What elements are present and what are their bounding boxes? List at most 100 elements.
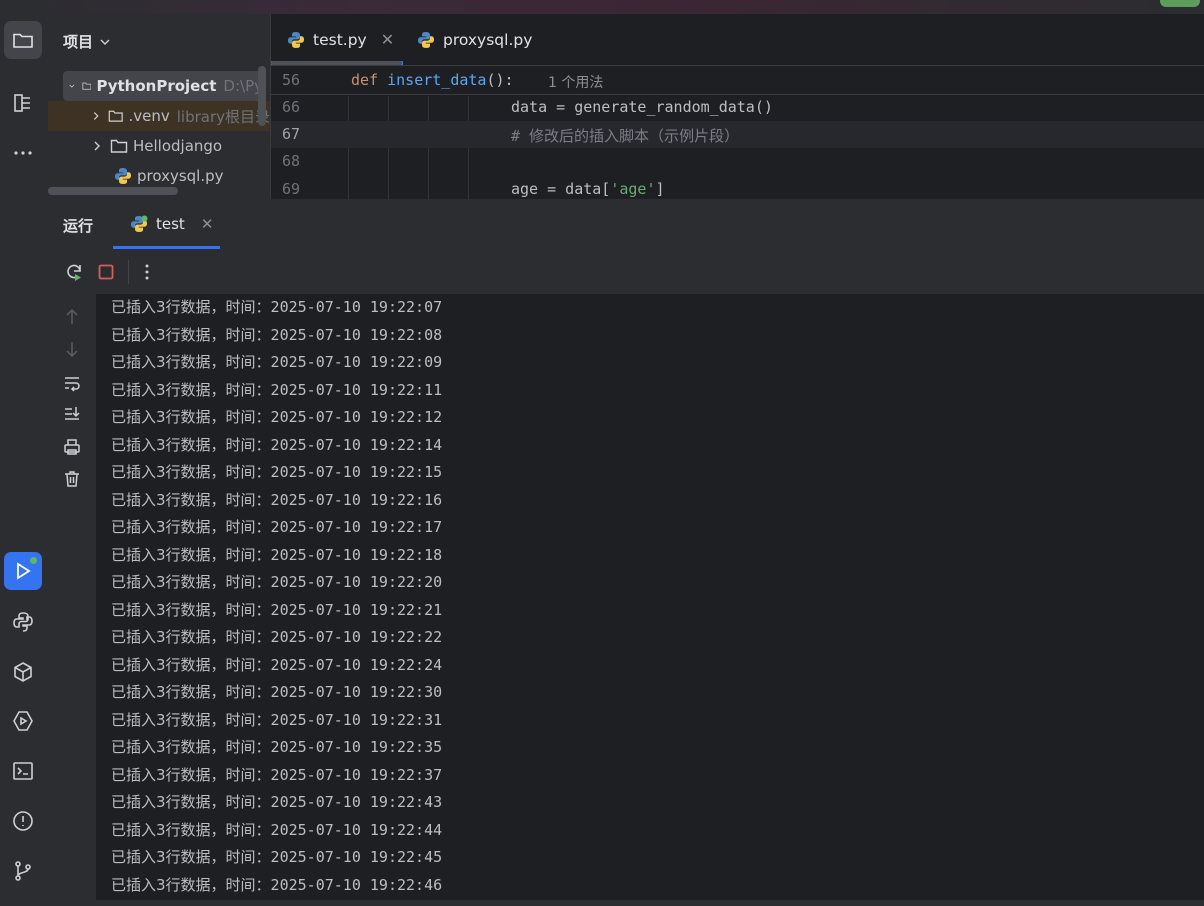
log-timestamp: 2025-07-10 19:22:24 [270, 655, 443, 674]
services-icon[interactable] [4, 702, 42, 740]
console-line: 已插入3行数据，时间：2025-07-10 19:22:08 [111, 324, 442, 352]
log-prefix: 已插入3行数据，时间： [111, 765, 271, 784]
console-line: 已插入3行数据，时间：2025-07-10 19:22:12 [111, 406, 442, 434]
log-timestamp: 2025-07-10 19:22:20 [270, 573, 443, 591]
arrow-down-icon[interactable] [62, 339, 82, 359]
console-line: 已插入3行数据，时间：2025-07-10 19:22:17 [111, 516, 442, 544]
tree-item-hellodjango[interactable]: Hellodjango [48, 131, 270, 161]
log-timestamp: 2025-07-10 19:22:16 [270, 490, 443, 509]
log-prefix: 已插入3行数据，时间： [111, 875, 271, 894]
function-name: insert_data [387, 71, 487, 89]
console-line: 已插入3行数据，时间：2025-07-10 19:22:22 [111, 626, 442, 654]
log-timestamp: 2025-07-10 19:22:12 [270, 408, 443, 426]
console-line: 已插入3行数据，时间：2025-07-10 19:22:31 [111, 709, 442, 737]
log-prefix: 已插入3行数据，时间： [111, 848, 271, 866]
rerun-icon[interactable] [64, 262, 84, 282]
log-timestamp: 2025-07-10 19:22:15 [270, 463, 443, 481]
console-line: 已插入3行数据，时间：2025-07-10 19:22:20 [111, 571, 442, 599]
usage-hint[interactable]: 1 个用法 [548, 72, 603, 92]
close-icon[interactable]: ✕ [201, 215, 214, 233]
project-panel-header[interactable]: 项目 [63, 31, 111, 52]
console-line: 已插入3行数据，时间：2025-07-10 19:22:16 [111, 489, 442, 517]
print-icon[interactable] [62, 437, 82, 457]
log-timestamp: 2025-07-10 19:22:30 [270, 683, 443, 701]
console-line: 已插入3行数据，时间：2025-07-10 19:22:46 [111, 874, 442, 901]
chevron-down-icon [69, 84, 75, 88]
run-tab-test[interactable]: test ✕ [130, 215, 213, 233]
console-output[interactable]: 已插入3行数据，时间：2025-07-10 19:22:07 已插入3行数据，时间… [96, 294, 1204, 900]
line-number: 66 [282, 98, 301, 116]
trash-icon[interactable] [62, 469, 82, 489]
run-icon[interactable] [4, 552, 42, 590]
scroll-to-end-icon[interactable] [62, 404, 82, 424]
log-timestamp: 2025-07-10 19:22:35 [270, 738, 443, 756]
python-file-icon [418, 31, 434, 48]
folder-icon [82, 82, 92, 90]
editor-tab-bar: test.py ✕ proxysql.py [271, 14, 1204, 66]
folder-icon[interactable] [4, 21, 42, 59]
log-timestamp: 2025-07-10 19:22:18 [270, 545, 443, 564]
more-options-icon[interactable] [137, 262, 157, 282]
run-tab-label: test [156, 215, 185, 233]
console-line: 已插入3行数据，时间：2025-07-10 19:22:43 [111, 791, 442, 819]
top-badge[interactable] [1160, 0, 1200, 7]
status-bar [0, 900, 1204, 906]
run-window-header: 运行 test ✕ [48, 199, 1204, 251]
chevron-right-icon [93, 112, 99, 120]
log-prefix: 已插入3行数据，时间： [111, 628, 271, 646]
sticky-code-line[interactable]: 56 def insert_data(): 1 个用法 [271, 67, 1204, 95]
tab-test-py[interactable]: test.py ✕ [287, 14, 394, 65]
console-line: 已插入3行数据，时间：2025-07-10 19:22:30 [111, 681, 442, 709]
log-timestamp: 2025-07-10 19:22:31 [270, 710, 443, 729]
log-prefix: 已插入3行数据，时间： [111, 710, 271, 729]
log-prefix: 已插入3行数据，时间： [111, 490, 271, 509]
log-prefix: 已插入3行数据，时间： [111, 325, 271, 344]
console-line: 已插入3行数据，时间：2025-07-10 19:22:45 [111, 846, 442, 874]
tree-item-label: Hellodjango [133, 137, 223, 155]
log-prefix: 已插入3行数据，时间： [111, 545, 271, 564]
more-icon[interactable] [4, 134, 42, 172]
log-prefix: 已插入3行数据，时间： [111, 655, 271, 674]
tree-item-venv[interactable]: .venv library根目录 [48, 101, 270, 131]
console-line: 已插入3行数据，时间：2025-07-10 19:22:07 [111, 296, 442, 324]
code-line-current[interactable]: 67 # 修改后的插入脚本（示例片段） [271, 121, 1204, 148]
code-line[interactable]: 66 data = generate_random_data() [271, 94, 1204, 121]
project-hscrollbar[interactable] [48, 187, 178, 195]
code-punct: (): [486, 71, 514, 89]
log-timestamp: 2025-07-10 19:22:43 [270, 793, 443, 811]
python-console-icon[interactable] [4, 603, 42, 641]
code-text: def insert_data(): [351, 71, 514, 89]
arrow-up-icon[interactable] [62, 307, 82, 327]
terminal-icon[interactable] [4, 752, 42, 790]
git-icon[interactable] [4, 852, 42, 890]
activity-bar [0, 14, 49, 906]
project-scrollbar[interactable] [258, 66, 266, 126]
console-line: 已插入3行数据，时间：2025-07-10 19:22:44 [111, 819, 442, 847]
console-line: 已插入3行数据，时间：2025-07-10 19:22:24 [111, 654, 442, 682]
tab-proxysql-py[interactable]: proxysql.py [417, 14, 532, 65]
console-line: 已插入3行数据，时间：2025-07-10 19:22:21 [111, 599, 442, 627]
chevron-right-icon [94, 141, 100, 151]
tree-item-root[interactable]: PythonProject D:\Py [63, 71, 263, 101]
log-timestamp: 2025-07-10 19:22:21 [270, 600, 443, 619]
stop-icon[interactable] [96, 262, 116, 282]
python-packages-icon[interactable] [4, 653, 42, 691]
editor-hscrollbar[interactable] [271, 61, 402, 65]
log-timestamp: 2025-07-10 19:22:44 [270, 820, 443, 839]
structure-icon[interactable] [4, 84, 42, 122]
log-timestamp: 2025-07-10 19:22:37 [270, 765, 443, 784]
log-prefix: 已插入3行数据，时间： [111, 573, 271, 591]
code-text: data = generate_random_data() [511, 98, 773, 116]
soft-wrap-icon[interactable] [62, 373, 82, 393]
project-panel: 项目 PythonProject D:\Py .venv library根目录 … [48, 14, 270, 199]
console-line: 已插入3行数据，时间：2025-07-10 19:22:11 [111, 379, 442, 407]
python-file-icon [115, 168, 131, 184]
code-line[interactable]: 68 [271, 148, 1204, 175]
code-line[interactable]: 69 age = data['age'] [271, 176, 1204, 199]
close-icon[interactable]: ✕ [381, 30, 394, 49]
problems-icon[interactable] [4, 802, 42, 840]
log-prefix: 已插入3行数据，时间： [111, 793, 271, 811]
log-timestamp: 2025-07-10 19:22:45 [270, 848, 443, 866]
python-run-icon [131, 215, 148, 232]
log-prefix: 已插入3行数据，时间： [111, 820, 271, 839]
